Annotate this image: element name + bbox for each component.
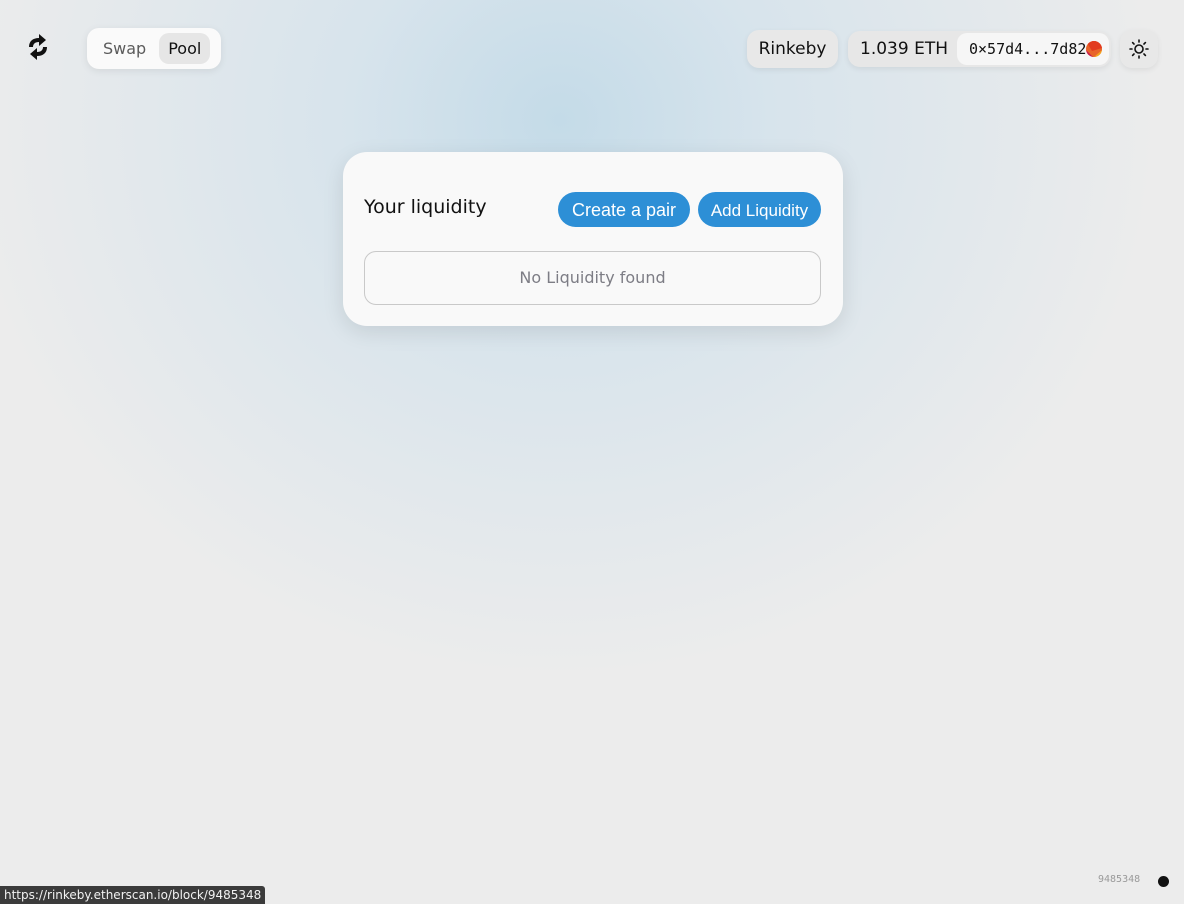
- account-button[interactable]: 1.039 ETH 0×57d4...7d82: [848, 31, 1111, 67]
- identicon-icon: [1086, 41, 1102, 57]
- block-number[interactable]: 9485348: [1098, 874, 1140, 885]
- network-selector[interactable]: Rinkeby: [747, 30, 838, 68]
- wallet-address: 0×57d4...7d82: [969, 40, 1087, 58]
- nav-tabs: Swap Pool: [87, 28, 221, 69]
- sun-icon: [1129, 39, 1149, 59]
- theme-toggle-button[interactable]: [1120, 30, 1158, 68]
- page-title: Your liquidity: [364, 196, 487, 218]
- swap-arrows-icon: [29, 34, 47, 60]
- status-bar-url: https://rinkeby.etherscan.io/block/94853…: [0, 886, 266, 904]
- block-status-dot-icon: [1158, 876, 1169, 887]
- tab-swap[interactable]: Swap: [94, 33, 155, 64]
- app-logo[interactable]: [25, 33, 51, 61]
- add-liquidity-button[interactable]: Add Liquidity: [698, 192, 821, 227]
- eth-balance: 1.039 ETH: [860, 39, 948, 59]
- liquidity-card: Your liquidity Create a pair Add Liquidi…: [343, 152, 843, 326]
- tab-pool[interactable]: Pool: [159, 33, 211, 64]
- wallet-address-chip[interactable]: 0×57d4...7d82: [957, 33, 1109, 65]
- no-liquidity-message: No Liquidity found: [364, 251, 821, 305]
- background-glow: [0, 0, 1184, 904]
- create-pair-button[interactable]: Create a pair: [558, 192, 690, 227]
